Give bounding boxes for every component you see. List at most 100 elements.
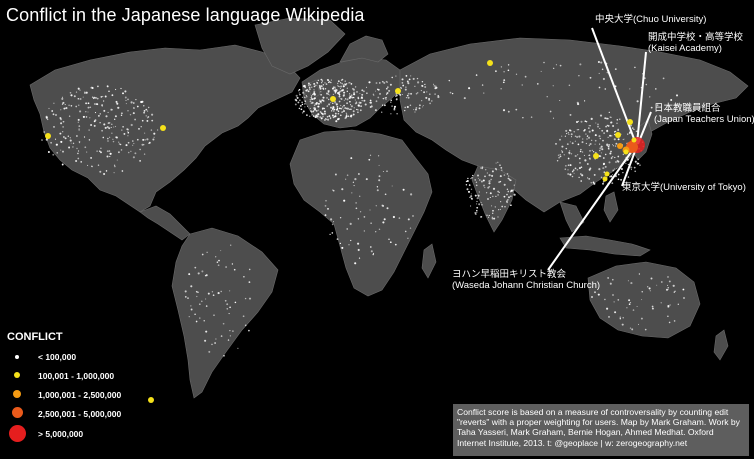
activity-dot xyxy=(336,106,339,108)
activity-dot xyxy=(346,98,349,101)
activity-dot xyxy=(608,111,610,114)
activity-dot xyxy=(594,291,596,294)
activity-dot xyxy=(124,96,127,99)
activity-dot xyxy=(322,84,325,86)
activity-dot xyxy=(599,127,601,130)
activity-dot xyxy=(549,110,552,113)
activity-dot xyxy=(332,93,335,96)
activity-dot xyxy=(212,294,215,297)
activity-dot xyxy=(304,106,306,108)
activity-dot xyxy=(62,150,64,153)
activity-dot xyxy=(338,95,341,98)
activity-dot xyxy=(312,93,314,96)
activity-dot xyxy=(144,139,146,141)
activity-dot xyxy=(338,100,341,103)
activity-dot xyxy=(484,187,486,189)
activity-dot xyxy=(243,276,245,278)
activity-dot xyxy=(125,99,127,101)
activity-dot xyxy=(73,95,76,98)
activity-dot xyxy=(598,86,601,89)
marker-medium-siberia xyxy=(487,60,493,66)
activity-dot xyxy=(619,118,621,120)
activity-dot xyxy=(132,140,134,142)
activity-dot xyxy=(585,133,587,135)
activity-dot xyxy=(609,152,612,155)
activity-dot xyxy=(483,92,485,94)
activity-dot xyxy=(201,270,204,273)
activity-dot xyxy=(120,114,123,117)
activity-dot xyxy=(110,108,113,111)
activity-dot xyxy=(337,85,339,87)
activity-dot xyxy=(553,67,555,69)
activity-dot xyxy=(597,123,599,126)
activity-dot xyxy=(91,96,94,98)
activity-dot xyxy=(78,104,80,106)
activity-dot xyxy=(349,100,351,103)
activity-dot xyxy=(579,162,581,164)
activity-dot xyxy=(509,179,512,182)
activity-dot xyxy=(125,103,127,105)
activity-dot xyxy=(524,75,527,78)
activity-dot xyxy=(382,170,384,173)
activity-dot xyxy=(590,117,593,120)
activity-dot xyxy=(111,94,114,97)
activity-dot xyxy=(433,85,435,87)
activity-dot xyxy=(404,88,407,91)
activity-dot xyxy=(569,164,572,167)
activity-dot xyxy=(606,124,608,127)
activity-dot xyxy=(75,91,78,93)
activity-dot xyxy=(133,107,135,109)
legend-swatch-large xyxy=(13,390,21,398)
activity-dot xyxy=(98,115,100,117)
activity-dot xyxy=(490,178,492,181)
activity-dot xyxy=(248,297,252,300)
activity-dot xyxy=(127,130,129,132)
activity-dot xyxy=(579,150,582,153)
activity-dot xyxy=(512,189,514,191)
activity-dot xyxy=(96,97,99,100)
activity-dot xyxy=(343,199,346,202)
activity-dot xyxy=(309,83,312,86)
activity-dot xyxy=(629,327,632,329)
activity-dot xyxy=(121,129,123,131)
activity-dot xyxy=(114,118,116,120)
activity-dot xyxy=(113,172,115,174)
activity-dot xyxy=(373,94,375,96)
activity-dot xyxy=(576,136,579,138)
activity-dot xyxy=(62,120,65,123)
activity-dot xyxy=(567,173,570,175)
activity-dot xyxy=(72,146,74,148)
activity-dot xyxy=(147,116,150,118)
africa xyxy=(289,129,433,297)
activity-dot xyxy=(369,99,372,102)
activity-dot xyxy=(608,315,610,318)
activity-dot xyxy=(667,305,670,308)
callout-jtu: 日本教職員組合 (Japan Teachers Union) xyxy=(654,103,754,125)
activity-dot xyxy=(408,78,411,81)
activity-dot xyxy=(77,87,80,90)
activity-dot xyxy=(311,95,313,97)
activity-dot xyxy=(421,80,424,83)
activity-dot xyxy=(335,103,338,106)
activity-dot xyxy=(605,118,608,120)
activity-dot xyxy=(637,323,640,325)
activity-dot xyxy=(78,129,80,132)
activity-dot xyxy=(53,102,55,104)
activity-dot xyxy=(233,268,236,271)
activity-dot xyxy=(602,139,604,142)
activity-dot xyxy=(577,120,580,123)
activity-dot xyxy=(339,217,342,219)
activity-dot xyxy=(478,191,480,193)
activity-dot xyxy=(670,99,673,101)
activity-dot xyxy=(578,135,581,138)
activity-dot xyxy=(344,117,347,120)
activity-dot xyxy=(88,139,91,141)
activity-dot xyxy=(585,120,588,123)
activity-dot xyxy=(569,113,572,116)
activity-dot xyxy=(449,91,452,94)
activity-dot xyxy=(322,115,324,118)
activity-dot xyxy=(588,154,590,156)
activity-dot xyxy=(336,238,339,240)
activity-dot xyxy=(106,150,109,153)
callout-kaisei: 開成中学校・高等学校 (Kaisei Academy) xyxy=(648,32,743,54)
